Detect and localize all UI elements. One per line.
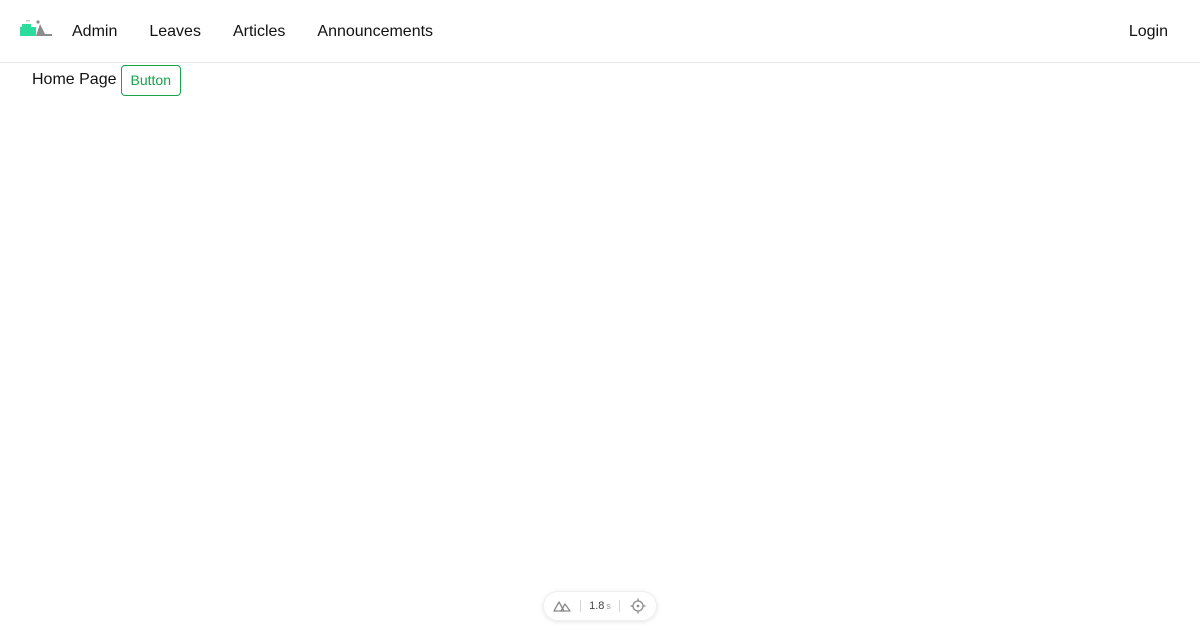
toolbar-divider — [580, 600, 582, 612]
toolbar-divider — [618, 600, 620, 612]
top-navbar: Admin Leaves Articles Announcements Logi… — [0, 0, 1200, 63]
load-time-readout: 1.8 s — [589, 600, 611, 612]
load-time-unit: s — [606, 601, 611, 611]
primary-button[interactable]: Button — [120, 64, 181, 96]
page-title: Home Page — [32, 71, 117, 88]
main-content: Home Page Button — [32, 64, 181, 96]
page: Admin Leaves Articles Announcements Logi… — [0, 0, 1200, 630]
load-time-value: 1.8 — [589, 600, 605, 612]
nuxt-mountain-icon[interactable] — [552, 596, 572, 616]
devtools-toolbar[interactable]: 1.8 s — [543, 591, 657, 621]
app-logo-icon[interactable] — [18, 19, 54, 39]
nav-link-articles[interactable]: Articles — [217, 0, 301, 63]
crosshair-icon[interactable] — [628, 596, 648, 616]
login-link[interactable]: Login — [1113, 0, 1184, 63]
nav-link-announcements[interactable]: Announcements — [301, 0, 449, 63]
nav-link-leaves[interactable]: Leaves — [133, 0, 217, 63]
nav-link-admin[interactable]: Admin — [56, 0, 133, 63]
main-nav: Admin Leaves Articles Announcements — [56, 0, 449, 63]
